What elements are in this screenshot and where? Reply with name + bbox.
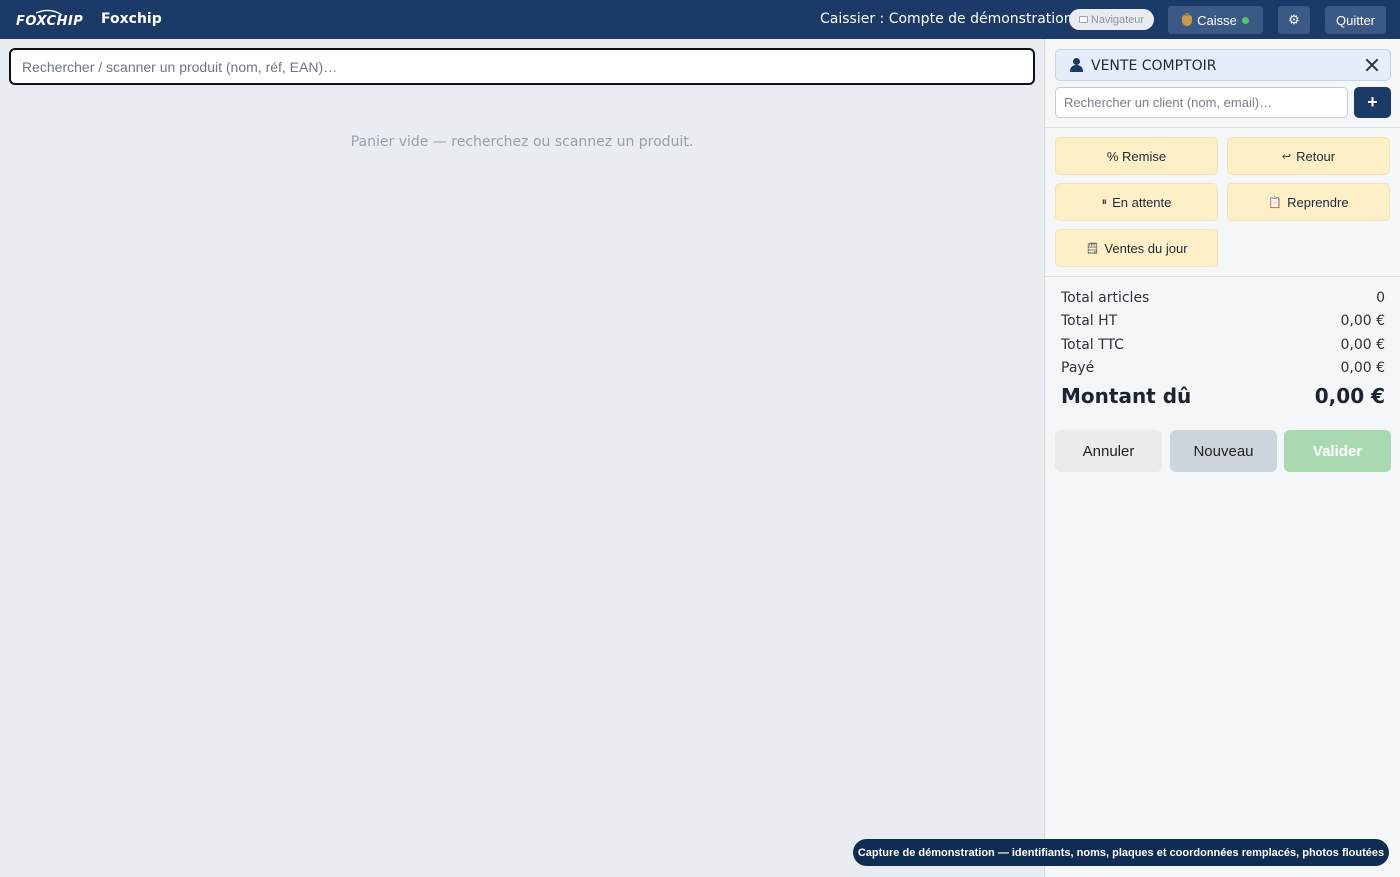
customer-box: VENTE COMPTOIR [1055, 49, 1391, 81]
total-label: Total HT [1061, 313, 1118, 329]
notepad-icon: 🗒 [1085, 242, 1100, 255]
total-ttc-row: Total TTC 0,00 € [1061, 337, 1385, 353]
close-icon[interactable] [1364, 57, 1380, 73]
validate-button[interactable]: Valider [1284, 430, 1391, 472]
daily-sales-label: Ventes du jour [1104, 240, 1188, 256]
pause-icon: ⏸ [1101, 195, 1108, 208]
quit-button[interactable]: Quitter [1325, 6, 1386, 34]
browser-badge-label: Navigateur [1090, 13, 1145, 26]
resume-label: Reprendre [1287, 194, 1349, 210]
sale-panel: VENTE COMPTOIR + % Remise ↩ Retour ⏸ En … [1044, 39, 1400, 877]
divider [1045, 127, 1400, 128]
cashier-name: Caissier : Compte de démonstration [820, 11, 1073, 27]
discount-button[interactable]: % Remise [1055, 137, 1218, 175]
return-label: Retour [1296, 148, 1336, 164]
browser-icon [1078, 16, 1088, 23]
register-label: Caisse [1197, 12, 1237, 28]
demo-toast: Capture de démonstration — identifiants,… [853, 839, 1389, 866]
gear-icon: ⚙ [1288, 12, 1300, 27]
user-icon [1070, 58, 1083, 72]
brand-name: Foxchip [101, 11, 162, 27]
amount-due-label: Montant dû [1061, 384, 1192, 408]
new-sale-button[interactable]: Nouveau [1170, 430, 1277, 472]
amount-due-row: Montant dû 0,00 € [1061, 384, 1385, 408]
top-bar: FOXCHIP Foxchip Caissier : Compte de dém… [0, 0, 1400, 39]
cancel-button[interactable]: Annuler [1055, 430, 1162, 472]
logo-text: FOXCHIP [16, 14, 83, 29]
return-arrow-icon: ↩ [1281, 150, 1292, 163]
empty-cart-message: Panier vide — recherchez ou scannez un p… [350, 134, 694, 150]
amount-due-value: 0,00 € [1314, 384, 1385, 408]
total-value: 0,00 € [1340, 313, 1385, 329]
add-client-button[interactable]: + [1354, 87, 1391, 118]
daily-sales-button[interactable]: 🗒 Ventes du jour [1055, 229, 1218, 267]
client-search-input[interactable] [1055, 87, 1348, 118]
resume-button[interactable]: 📋 Reprendre [1227, 183, 1390, 221]
total-value: 0,00 € [1340, 360, 1385, 376]
settings-button[interactable]: ⚙ [1278, 6, 1310, 34]
total-value: 0 [1376, 290, 1385, 306]
register-status-icon [1241, 16, 1249, 24]
browser-badge[interactable]: Navigateur [1069, 9, 1154, 30]
clipboard-icon: 📋 [1268, 196, 1283, 209]
return-button[interactable]: ↩ Retour [1227, 137, 1390, 175]
customer-title: VENTE COMPTOIR [1091, 58, 1217, 74]
total-articles-row: Total articles 0 [1061, 290, 1385, 306]
total-label: Payé [1061, 360, 1095, 376]
total-value: 0,00 € [1340, 337, 1385, 353]
hold-label: En attente [1112, 194, 1172, 210]
register-button[interactable]: Caisse [1168, 6, 1263, 34]
money-bag-icon [1182, 12, 1193, 26]
paid-row: Payé 0,00 € [1061, 360, 1385, 376]
product-search-input[interactable] [9, 48, 1035, 85]
foxchip-logo: FOXCHIP [16, 9, 83, 29]
total-label: Total TTC [1061, 337, 1124, 353]
divider [1045, 276, 1400, 277]
hold-button[interactable]: ⏸ En attente [1055, 183, 1218, 221]
total-label: Total articles [1061, 290, 1150, 306]
discount-label: % Remise [1106, 148, 1167, 164]
total-ht-row: Total HT 0,00 € [1061, 313, 1385, 329]
